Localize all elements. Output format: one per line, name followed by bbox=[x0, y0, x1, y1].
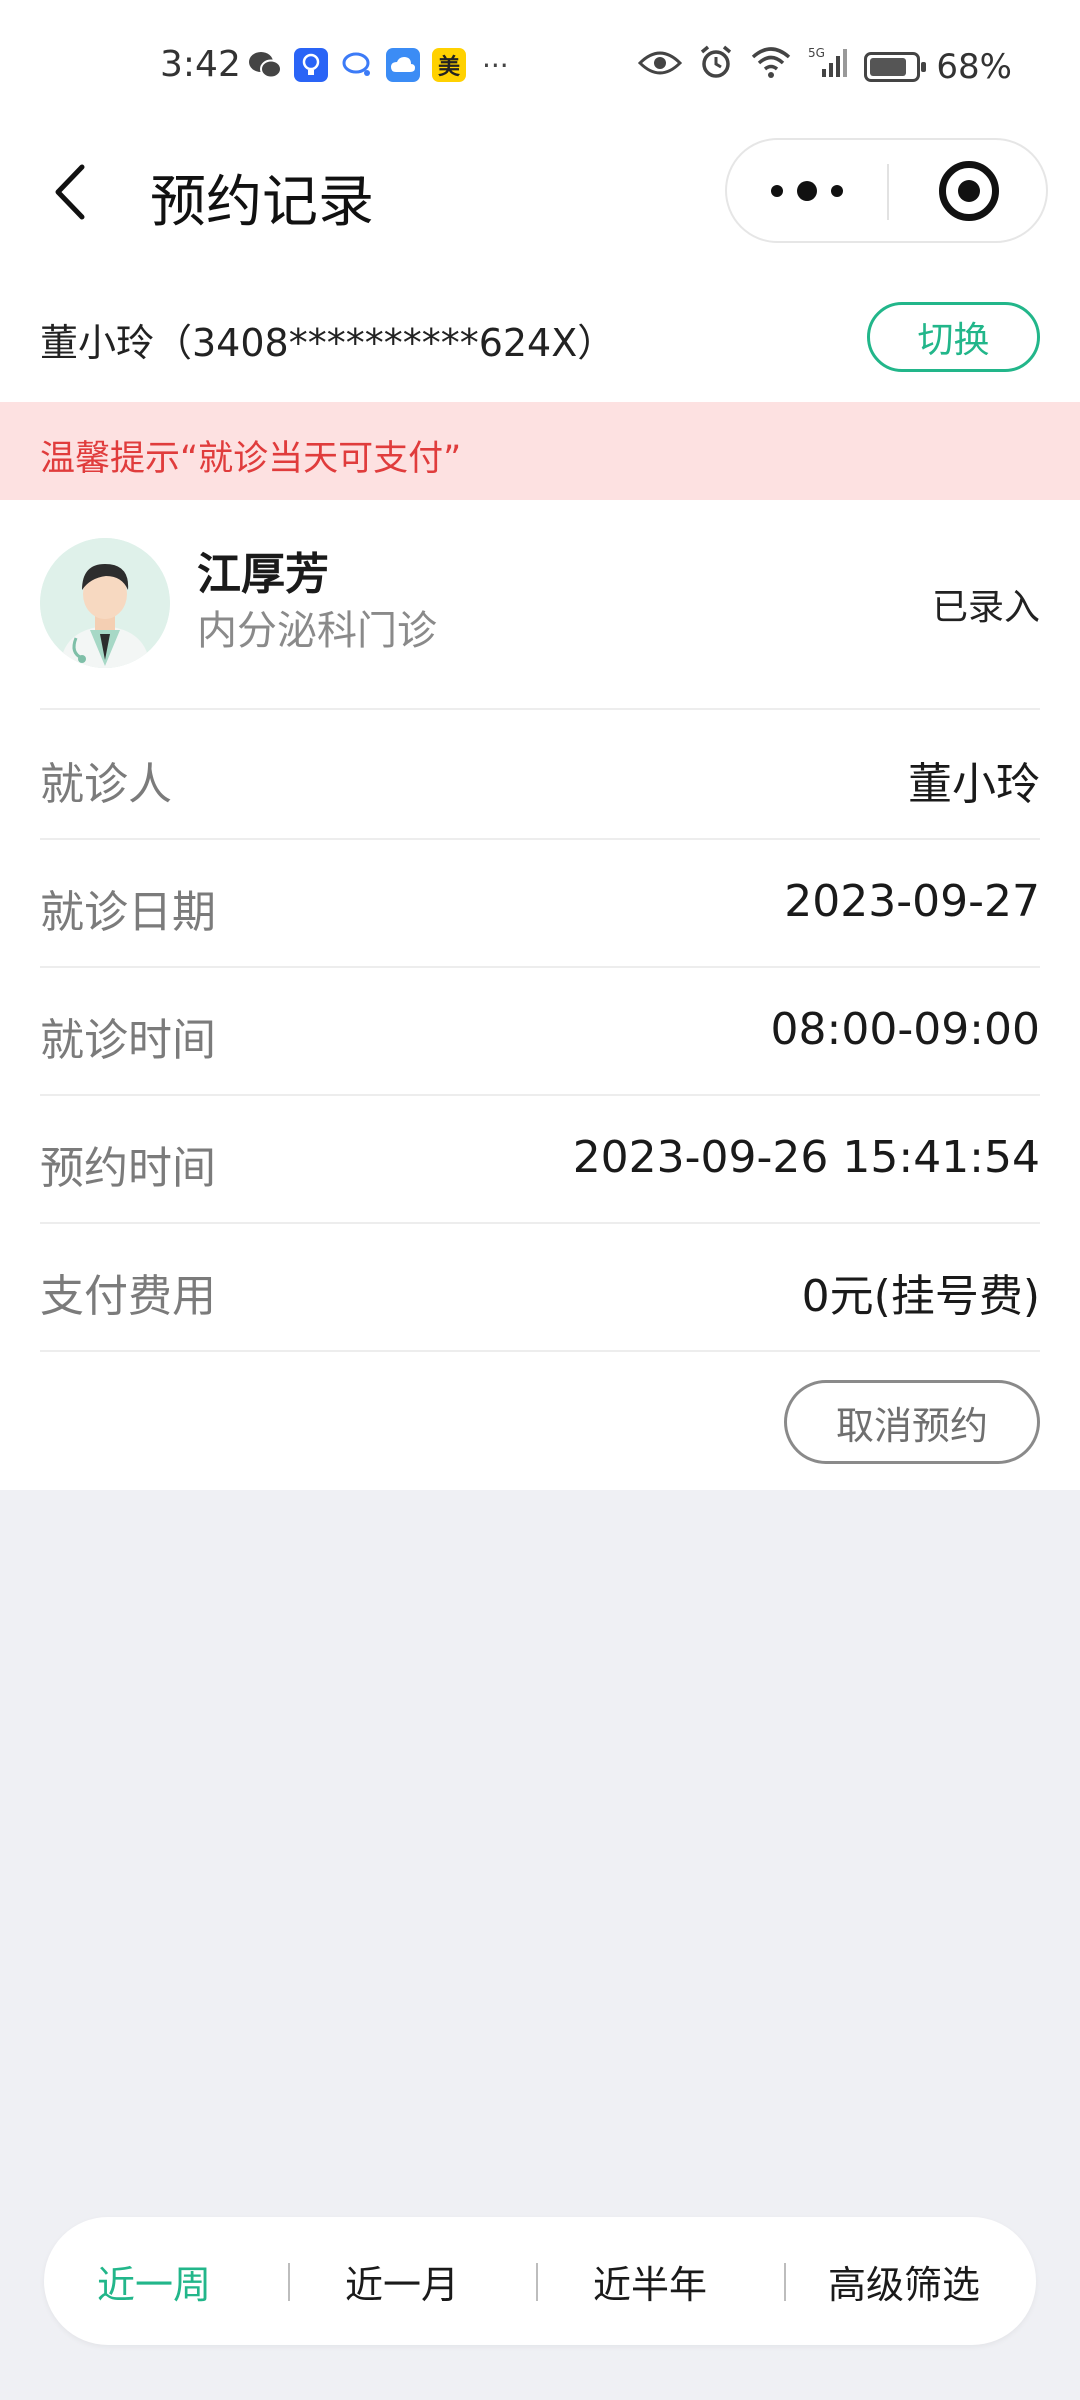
target-icon bbox=[939, 160, 999, 221]
battery-percent: 68% bbox=[936, 46, 1012, 87]
more-button[interactable] bbox=[727, 140, 887, 241]
nav-bar: 预约记录 bbox=[0, 135, 1080, 250]
info-label: 就诊日期 bbox=[40, 887, 216, 938]
filter-tab-week[interactable]: 近一周 bbox=[44, 2217, 264, 2345]
notice-text: 温馨提示“就诊当天可支付” bbox=[40, 439, 462, 479]
info-label: 支付费用 bbox=[40, 1271, 216, 1322]
patient-row: 董小玲（3408**********624X） 切换 bbox=[0, 290, 1080, 380]
info-row-booking-time: 预约时间 2023-09-26 15:41:54 bbox=[40, 1094, 1040, 1222]
time-filter-bar: 近一周 近一月 近半年 高级筛选 bbox=[44, 2217, 1036, 2345]
notice-banner: 温馨提示“就诊当天可支付” bbox=[0, 402, 1080, 500]
wechat-icon bbox=[248, 48, 282, 82]
info-value: 0元(挂号费) bbox=[801, 1271, 1040, 1322]
doctor-department: 内分泌科门诊 bbox=[197, 608, 437, 654]
doctor-avatar bbox=[40, 538, 170, 668]
cellular-signal-icon: 5G bbox=[808, 45, 848, 88]
wifi-icon bbox=[750, 45, 792, 88]
filter-separator bbox=[784, 2263, 786, 2301]
notification-icons: 美 ··· bbox=[248, 48, 509, 82]
info-value: 2023-09-26 15:41:54 bbox=[572, 1132, 1040, 1183]
page: 3:42 美 ··· 5G 68% 预约记录 董小玲（3408*********… bbox=[0, 0, 1080, 2400]
divider bbox=[40, 1350, 1040, 1352]
info-label: 预约时间 bbox=[40, 1143, 216, 1194]
eye-icon bbox=[638, 47, 683, 87]
info-value: 08:00-09:00 bbox=[770, 1004, 1040, 1055]
doctor-row: 江厚芳 内分泌科门诊 已录入 bbox=[40, 538, 1040, 673]
info-row-patient: 就诊人 董小玲 bbox=[40, 710, 1040, 838]
patient-info: 董小玲（3408**********624X） bbox=[40, 321, 616, 365]
battery-icon bbox=[864, 51, 927, 82]
doctor-name: 江厚芳 bbox=[197, 549, 329, 600]
back-button[interactable] bbox=[38, 157, 108, 227]
filter-tab-half-year[interactable]: 近半年 bbox=[540, 2217, 760, 2345]
chat-bubble-icon bbox=[340, 48, 374, 82]
record-status: 已录入 bbox=[931, 587, 1040, 628]
appointment-card[interactable]: 江厚芳 内分泌科门诊 已录入 就诊人 董小玲 就诊日期 2023-09-27 就… bbox=[0, 500, 1080, 1490]
chevron-left-icon bbox=[55, 164, 85, 220]
page-title: 预约记录 bbox=[150, 170, 374, 235]
cloud-app-icon bbox=[386, 48, 420, 82]
switch-patient-button[interactable]: 切换 bbox=[867, 302, 1040, 372]
alarm-icon bbox=[698, 44, 734, 89]
system-status-icons: 5G 68% bbox=[638, 44, 1012, 89]
status-bar: 3:42 美 ··· 5G 68% bbox=[0, 0, 1080, 135]
mei-app-icon: 美 bbox=[432, 48, 466, 82]
filter-tab-month[interactable]: 近一月 bbox=[292, 2217, 512, 2345]
cancel-appointment-button[interactable]: 取消预约 bbox=[784, 1380, 1040, 1464]
filter-separator bbox=[536, 2263, 538, 2301]
filter-separator bbox=[288, 2263, 290, 2301]
info-row-visit-time: 就诊时间 08:00-09:00 bbox=[40, 966, 1040, 1094]
info-value: 董小玲 bbox=[908, 759, 1040, 810]
svg-text:5G: 5G bbox=[808, 46, 825, 60]
info-label: 就诊时间 bbox=[40, 1015, 216, 1066]
more-dots-icon bbox=[771, 180, 843, 201]
status-time: 3:42 bbox=[160, 44, 241, 85]
info-label: 就诊人 bbox=[40, 759, 172, 810]
more-notifications-icon: ··· bbox=[482, 48, 509, 82]
close-miniprogram-button[interactable] bbox=[889, 140, 1049, 241]
miniprogram-capsule bbox=[725, 138, 1048, 243]
info-row-visit-date: 就诊日期 2023-09-27 bbox=[40, 838, 1040, 966]
filter-tab-advanced[interactable]: 高级筛选 bbox=[794, 2217, 1014, 2345]
bulb-app-icon bbox=[294, 48, 328, 82]
info-value: 2023-09-27 bbox=[784, 876, 1040, 927]
info-row-payment: 支付费用 0元(挂号费) bbox=[40, 1222, 1040, 1350]
